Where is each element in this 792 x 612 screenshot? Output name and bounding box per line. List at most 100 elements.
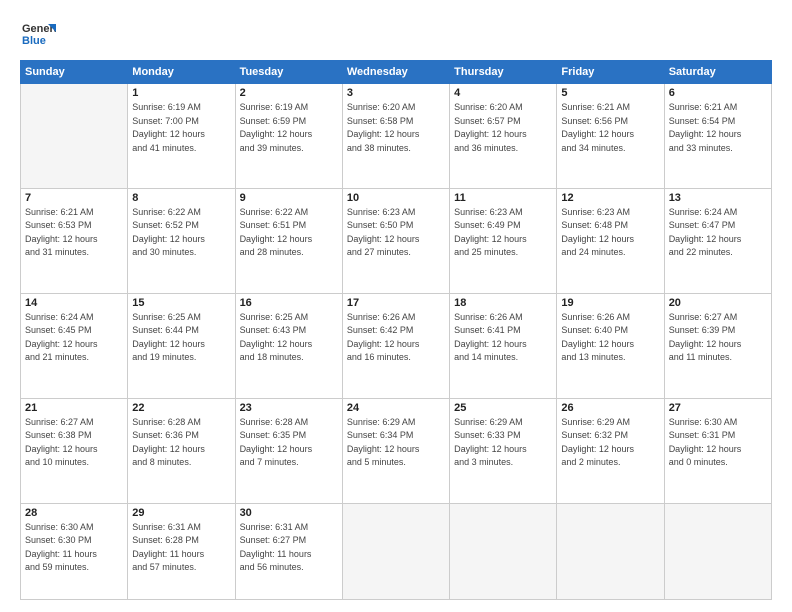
calendar-cell: 9 Sunrise: 6:22 AMSunset: 6:51 PMDaylight…	[235, 188, 342, 293]
calendar-cell: 6 Sunrise: 6:21 AMSunset: 6:54 PMDaylight…	[664, 84, 771, 189]
day-info: Sunrise: 6:29 AMSunset: 6:34 PMDaylight:…	[347, 416, 445, 470]
day-number: 20	[669, 297, 767, 309]
day-info: Sunrise: 6:19 AMSunset: 6:59 PMDaylight:…	[240, 101, 338, 155]
weekday-header-tuesday: Tuesday	[235, 61, 342, 84]
day-info: Sunrise: 6:24 AMSunset: 6:45 PMDaylight:…	[25, 311, 123, 365]
calendar-cell	[342, 503, 449, 599]
calendar-cell: 11Sunrise: 6:23 AMSunset: 6:49 PMDayligh…	[450, 188, 557, 293]
day-info: Sunrise: 6:25 AMSunset: 6:43 PMDaylight:…	[240, 311, 338, 365]
calendar-cell: 3 Sunrise: 6:20 AMSunset: 6:58 PMDaylight…	[342, 84, 449, 189]
day-info: Sunrise: 6:26 AMSunset: 6:42 PMDaylight:…	[347, 311, 445, 365]
day-info: Sunrise: 6:31 AMSunset: 6:27 PMDaylight:…	[240, 521, 338, 575]
calendar-cell: 17 Sunrise: 6:26 AMSunset: 6:42 PMDayligh…	[342, 293, 449, 398]
calendar-cell	[450, 503, 557, 599]
calendar-cell	[664, 503, 771, 599]
day-info: Sunrise: 6:22 AMSunset: 6:52 PMDaylight:…	[132, 206, 230, 260]
day-number: 22	[132, 402, 230, 414]
logo-icon: General Blue	[20, 16, 56, 52]
weekday-header-thursday: Thursday	[450, 61, 557, 84]
calendar-cell: 24 Sunrise: 6:29 AMSunset: 6:34 PMDayligh…	[342, 398, 449, 503]
day-info: Sunrise: 6:28 AMSunset: 6:35 PMDaylight:…	[240, 416, 338, 470]
day-number: 25	[454, 402, 552, 414]
day-number: 16	[240, 297, 338, 309]
day-info: Sunrise: 6:21 AMSunset: 6:54 PMDaylight:…	[669, 101, 767, 155]
day-number: 4	[454, 87, 552, 99]
day-number: 7	[25, 192, 123, 204]
page: General Blue SundayMondayTuesdayWednesda…	[0, 0, 792, 612]
day-number: 19	[561, 297, 659, 309]
day-info: Sunrise: 6:21 AMSunset: 6:56 PMDaylight:…	[561, 101, 659, 155]
day-info: Sunrise: 6:31 AMSunset: 6:28 PMDaylight:…	[132, 521, 230, 575]
day-info: Sunrise: 6:24 AMSunset: 6:47 PMDaylight:…	[669, 206, 767, 260]
calendar-cell: 10Sunrise: 6:23 AMSunset: 6:50 PMDayligh…	[342, 188, 449, 293]
calendar-cell: 22 Sunrise: 6:28 AMSunset: 6:36 PMDayligh…	[128, 398, 235, 503]
day-info: Sunrise: 6:23 AMSunset: 6:48 PMDaylight:…	[561, 206, 659, 260]
day-number: 29	[132, 507, 230, 519]
calendar-cell: 2 Sunrise: 6:19 AMSunset: 6:59 PMDaylight…	[235, 84, 342, 189]
calendar-cell: 15Sunrise: 6:25 AMSunset: 6:44 PMDayligh…	[128, 293, 235, 398]
day-info: Sunrise: 6:30 AMSunset: 6:30 PMDaylight:…	[25, 521, 123, 575]
calendar-cell: 5 Sunrise: 6:21 AMSunset: 6:56 PMDaylight…	[557, 84, 664, 189]
day-info: Sunrise: 6:23 AMSunset: 6:50 PMDaylight:…	[347, 206, 445, 260]
calendar-cell: 29 Sunrise: 6:31 AMSunset: 6:28 PMDayligh…	[128, 503, 235, 599]
day-number: 1	[132, 87, 230, 99]
day-info: Sunrise: 6:27 AMSunset: 6:38 PMDaylight:…	[25, 416, 123, 470]
day-number: 23	[240, 402, 338, 414]
svg-text:Blue: Blue	[22, 35, 46, 47]
day-number: 18	[454, 297, 552, 309]
day-info: Sunrise: 6:29 AMSunset: 6:33 PMDaylight:…	[454, 416, 552, 470]
weekday-header-friday: Friday	[557, 61, 664, 84]
day-info: Sunrise: 6:22 AMSunset: 6:51 PMDaylight:…	[240, 206, 338, 260]
day-number: 27	[669, 402, 767, 414]
day-number: 12	[561, 192, 659, 204]
day-number: 21	[25, 402, 123, 414]
calendar-cell: 23 Sunrise: 6:28 AMSunset: 6:35 PMDayligh…	[235, 398, 342, 503]
weekday-header-sunday: Sunday	[21, 61, 128, 84]
day-number: 24	[347, 402, 445, 414]
calendar-cell: 28 Sunrise: 6:30 AMSunset: 6:30 PMDayligh…	[21, 503, 128, 599]
day-info: Sunrise: 6:26 AMSunset: 6:40 PMDaylight:…	[561, 311, 659, 365]
day-info: Sunrise: 6:25 AMSunset: 6:44 PMDaylight:…	[132, 311, 230, 365]
day-number: 28	[25, 507, 123, 519]
calendar-cell: 8 Sunrise: 6:22 AMSunset: 6:52 PMDaylight…	[128, 188, 235, 293]
day-number: 6	[669, 87, 767, 99]
calendar-week-row: 1 Sunrise: 6:19 AMSunset: 7:00 PMDaylight…	[21, 84, 772, 189]
calendar-cell: 7 Sunrise: 6:21 AMSunset: 6:53 PMDaylight…	[21, 188, 128, 293]
day-number: 14	[25, 297, 123, 309]
calendar-week-row: 21 Sunrise: 6:27 AMSunset: 6:38 PMDayligh…	[21, 398, 772, 503]
day-number: 17	[347, 297, 445, 309]
day-info: Sunrise: 6:21 AMSunset: 6:53 PMDaylight:…	[25, 206, 123, 260]
weekday-header-monday: Monday	[128, 61, 235, 84]
logo: General Blue	[20, 16, 56, 52]
calendar-cell: 26 Sunrise: 6:29 AMSunset: 6:32 PMDayligh…	[557, 398, 664, 503]
calendar-cell: 20 Sunrise: 6:27 AMSunset: 6:39 PMDayligh…	[664, 293, 771, 398]
day-info: Sunrise: 6:28 AMSunset: 6:36 PMDaylight:…	[132, 416, 230, 470]
day-info: Sunrise: 6:20 AMSunset: 6:57 PMDaylight:…	[454, 101, 552, 155]
header: General Blue	[20, 16, 772, 52]
calendar-cell: 21 Sunrise: 6:27 AMSunset: 6:38 PMDayligh…	[21, 398, 128, 503]
calendar-table: SundayMondayTuesdayWednesdayThursdayFrid…	[20, 60, 772, 600]
day-number: 3	[347, 87, 445, 99]
weekday-header-row: SundayMondayTuesdayWednesdayThursdayFrid…	[21, 61, 772, 84]
day-number: 26	[561, 402, 659, 414]
calendar-cell: 18Sunrise: 6:26 AMSunset: 6:41 PMDayligh…	[450, 293, 557, 398]
day-number: 5	[561, 87, 659, 99]
day-number: 2	[240, 87, 338, 99]
calendar-cell: 12 Sunrise: 6:23 AMSunset: 6:48 PMDayligh…	[557, 188, 664, 293]
day-number: 30	[240, 507, 338, 519]
day-number: 9	[240, 192, 338, 204]
calendar-cell	[21, 84, 128, 189]
calendar-cell: 14 Sunrise: 6:24 AMSunset: 6:45 PMDayligh…	[21, 293, 128, 398]
day-info: Sunrise: 6:29 AMSunset: 6:32 PMDaylight:…	[561, 416, 659, 470]
day-info: Sunrise: 6:27 AMSunset: 6:39 PMDaylight:…	[669, 311, 767, 365]
day-info: Sunrise: 6:30 AMSunset: 6:31 PMDaylight:…	[669, 416, 767, 470]
day-info: Sunrise: 6:20 AMSunset: 6:58 PMDaylight:…	[347, 101, 445, 155]
weekday-header-saturday: Saturday	[664, 61, 771, 84]
day-info: Sunrise: 6:19 AMSunset: 7:00 PMDaylight:…	[132, 101, 230, 155]
day-number: 8	[132, 192, 230, 204]
weekday-header-wednesday: Wednesday	[342, 61, 449, 84]
calendar-cell	[557, 503, 664, 599]
calendar-cell: 4 Sunrise: 6:20 AMSunset: 6:57 PMDaylight…	[450, 84, 557, 189]
calendar-cell: 16 Sunrise: 6:25 AMSunset: 6:43 PMDayligh…	[235, 293, 342, 398]
calendar-week-row: 28 Sunrise: 6:30 AMSunset: 6:30 PMDayligh…	[21, 503, 772, 599]
